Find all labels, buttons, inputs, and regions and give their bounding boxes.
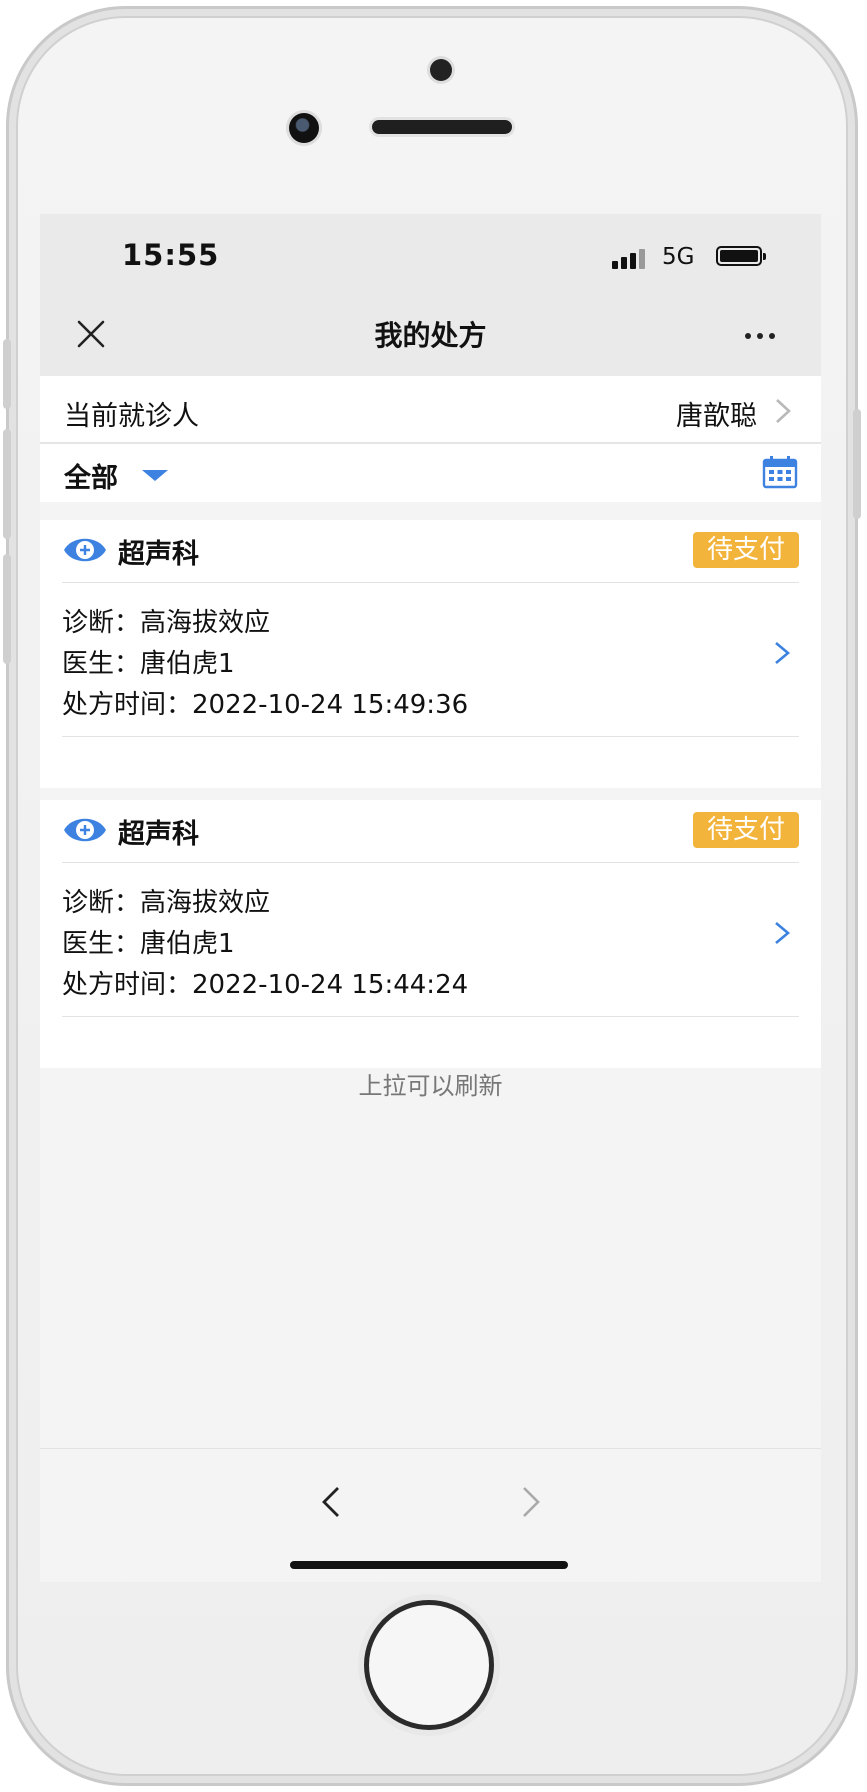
volume-button [3, 429, 11, 539]
time-value: 2022-10-24 15:44:24 [192, 970, 469, 1000]
calendar-icon[interactable] [762, 455, 798, 489]
doctor-value: 唐伯虎1 [140, 649, 235, 679]
home-button[interactable] [364, 1600, 494, 1730]
chevron-right-icon[interactable] [773, 920, 791, 946]
volume-button [3, 554, 11, 664]
patient-label: 当前就诊人 [64, 401, 199, 432]
signal-icon [612, 247, 645, 269]
time-label: 处方时间： [62, 690, 193, 720]
filter-row: 全部 [40, 444, 821, 502]
card-header: 超声科 待支付 [40, 800, 821, 862]
current-patient-row[interactable]: 当前就诊人 唐歆聪 [40, 376, 821, 444]
earpiece-speaker [372, 120, 512, 134]
front-camera [289, 113, 319, 143]
diagnosis-line: 诊断：高海拔效应 [62, 602, 270, 639]
doctor-line: 医生：唐伯虎1 [62, 923, 235, 960]
status-time: 15:55 [122, 238, 220, 272]
time-value: 2022-10-24 15:49:36 [192, 690, 469, 720]
time-label: 处方时间： [62, 970, 193, 1000]
doctor-label: 医生： [62, 929, 141, 959]
status-badge: 待支付 [692, 812, 799, 848]
diagnosis-label: 诊断： [62, 608, 141, 638]
divider [62, 1016, 799, 1017]
divider [62, 582, 799, 583]
time-line: 处方时间：2022-10-24 15:44:24 [62, 964, 468, 1001]
phone-screen: 15:55 5G 我的处方 当前就诊人 唐歆聪 全部 超声科 待支付 诊断：高海… [40, 214, 821, 1582]
card-header: 超声科 待支付 [40, 520, 821, 582]
department-name: 超声科 [118, 819, 199, 850]
doctor-label: 医生： [62, 649, 141, 679]
status-badge: 待支付 [692, 532, 799, 568]
department-icon [64, 818, 106, 842]
battery-icon [716, 246, 766, 266]
chevron-right-icon[interactable] [773, 640, 791, 666]
time-line: 处方时间：2022-10-24 15:49:36 [62, 684, 468, 721]
status-bar: 15:55 5G [40, 214, 821, 294]
chevron-right-icon [776, 399, 791, 423]
department-icon [64, 538, 106, 562]
home-indicator [290, 1561, 568, 1569]
browser-bottom-bar [40, 1448, 821, 1582]
more-icon[interactable] [745, 333, 775, 339]
power-button [853, 409, 861, 519]
prescription-card[interactable]: 超声科 待支付 诊断：高海拔效应 医生：唐伯虎1 处方时间：2022-10-24… [40, 520, 821, 788]
front-sensor [430, 59, 452, 81]
department-name: 超声科 [118, 539, 199, 570]
divider [62, 862, 799, 863]
doctor-line: 医生：唐伯虎1 [62, 643, 235, 680]
diagnosis-value: 高海拔效应 [140, 888, 271, 918]
divider [62, 736, 799, 737]
doctor-value: 唐伯虎1 [140, 929, 235, 959]
page-title: 我的处方 [374, 319, 487, 352]
prescription-card[interactable]: 超声科 待支付 诊断：高海拔效应 医生：唐伯虎1 处方时间：2022-10-24… [40, 800, 821, 1068]
caret-down-icon[interactable] [142, 470, 168, 481]
patient-name: 唐歆聪 [676, 401, 757, 432]
network-type: 5G [662, 244, 695, 270]
diagnosis-label: 诊断： [62, 888, 141, 918]
filter-dropdown[interactable]: 全部 [64, 456, 118, 495]
nav-bar: 我的处方 [40, 294, 821, 376]
pull-refresh-hint: 上拉可以刷新 [358, 1072, 503, 1100]
forward-arrow-icon[interactable] [518, 1485, 544, 1519]
diagnosis-line: 诊断：高海拔效应 [62, 882, 270, 919]
back-arrow-icon[interactable] [318, 1485, 344, 1519]
side-button [3, 339, 11, 409]
diagnosis-value: 高海拔效应 [140, 608, 271, 638]
